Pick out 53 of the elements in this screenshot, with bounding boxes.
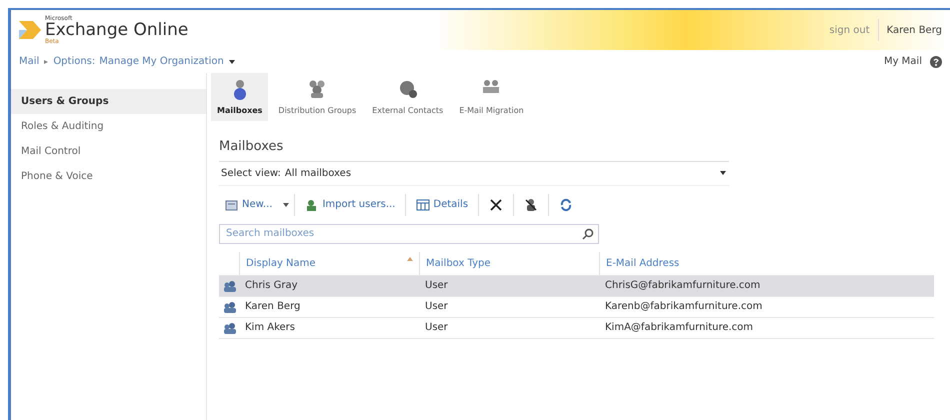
column-header[interactable]: Mailbox Type [419,252,599,274]
table-cell-text: KimA@fabrikamfurniture.com [604,321,754,335]
breadcrumb-link[interactable]: Options: [53,54,96,69]
breadcrumb-link[interactable]: Manage My Organization [99,54,224,69]
refresh-icon [559,198,574,212]
product-name: Exchange Online [45,22,188,38]
sidebar-item[interactable]: Roles & Auditing [11,114,206,139]
sidebar-item[interactable]: Users & Groups [11,89,206,114]
table-row[interactable]: Kim Akers User KimA@fabrikamfurniture.com [219,318,934,338]
table-row[interactable]: Karen Berg User Karenb@fabrikamfurniture.com [219,296,934,318]
table-cell-text: Karenb@fabrikamfurniture.com [604,300,764,314]
tab[interactable]: E-Mail Migration [453,73,530,121]
sidebar-item[interactable]: Phone & Voice [11,164,206,189]
user-remove-icon [524,198,538,212]
table-cell-text: ChrisG@fabrikamfurniture.com [604,279,762,293]
table-cell-text: Karen Berg [244,300,302,314]
breadcrumb-link[interactable]: Mail [19,54,40,69]
table-cell-text: Chris Gray [244,279,299,293]
view-selector[interactable]: Select view: All mailboxes [219,160,729,186]
table-cell-text: User [424,321,449,335]
tab[interactable]: Mailboxes [211,73,268,121]
users-icon [223,322,237,334]
section-title: Mailboxes [219,138,284,156]
tab[interactable]: Distribution Groups [272,73,362,121]
delete-icon [489,198,504,212]
user-name-link[interactable]: Karen Berg [886,22,942,38]
import-button[interactable]: Import users... [299,195,402,214]
table-cell-text: Kim Akers [244,321,296,335]
details-button[interactable]: Details [410,195,474,214]
users-icon [223,300,237,312]
new-icon [225,198,239,212]
view-label: Select view: [221,166,281,180]
table-cell-text: User [424,300,449,314]
chevron-icon [43,58,50,64]
new-button[interactable]: New... [219,195,278,214]
dropdown-caret-icon [228,58,236,64]
table-cell-text: User [424,279,449,293]
search-field[interactable]: Search mailboxes [219,224,599,244]
users-icon [223,280,237,292]
sign-out-link[interactable]: sign out [829,22,870,38]
search-icon [582,228,594,240]
table-row[interactable]: Chris Gray User ChrisG@fabrikamfurniture.com [219,276,934,296]
details-icon [416,198,430,212]
dropdown-caret-icon [282,202,290,208]
column-header[interactable]: E-Mail Address [599,252,934,274]
sort-icon [407,256,413,262]
view-value: All mailboxes [284,166,352,180]
sidebar-item[interactable]: Mail Control [11,139,206,164]
dropdown-caret-icon [719,170,727,176]
column-header-label: Display Name [246,256,317,270]
my-mail-link[interactable]: My Mail [884,54,922,69]
help-icon [930,56,942,68]
tab[interactable]: External Contacts [366,73,450,121]
